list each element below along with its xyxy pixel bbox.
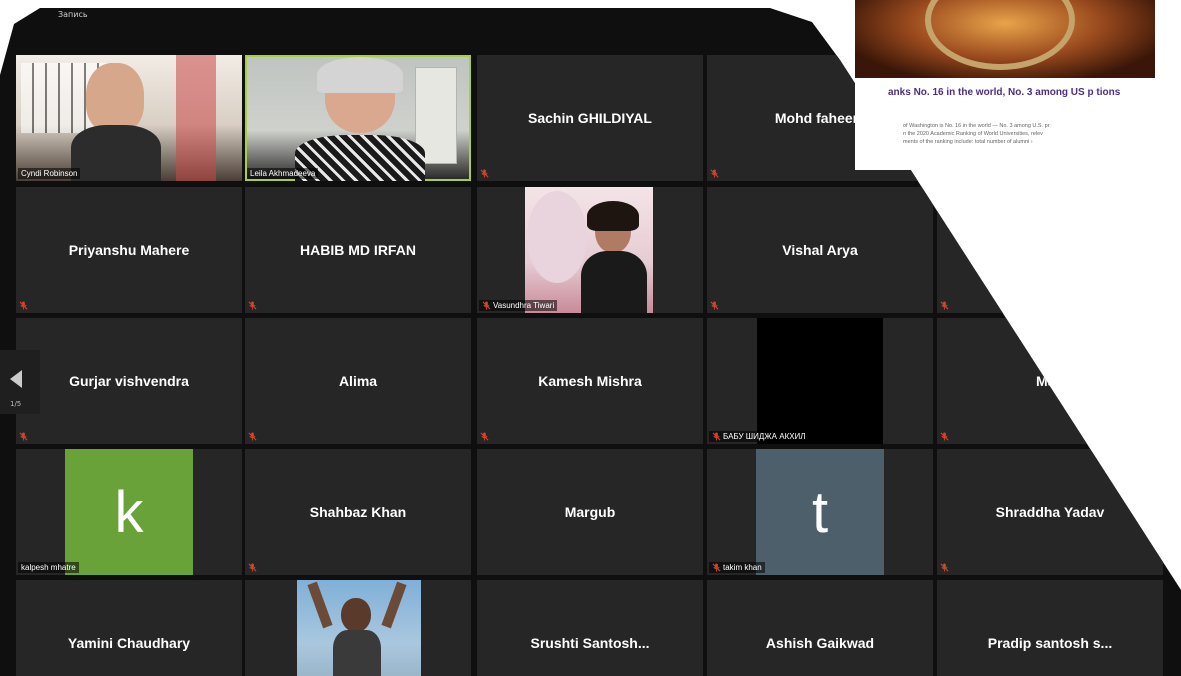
- participant-name: Vishal Arya: [782, 242, 858, 258]
- participant-name: Sachin GHILDIYAL: [528, 110, 652, 126]
- participant-tile-vasundhra-tiwari[interactable]: Vasundhra Tiwari: [477, 187, 703, 313]
- shared-headline: anks No. 16 in the world, No. 3 among US…: [888, 87, 1121, 98]
- participant-tile-vishal-arya[interactable]: Vishal Arya: [707, 187, 933, 313]
- participant-video: [757, 318, 883, 444]
- participant-tile-ashish-gaikwad[interactable]: Ashish Gaikwad: [707, 580, 933, 676]
- participant-name: Yamini Chaudhary: [67, 635, 191, 651]
- muted-mic-icon: [482, 301, 491, 310]
- muted-mic-icon: [712, 563, 721, 572]
- participant-name-label: Leila Akhmadeeva: [247, 168, 319, 179]
- participant-name-label: Cyndi Robinson: [18, 168, 81, 179]
- muted-mic-icon: [940, 563, 949, 572]
- participant-name: HABIB MD IRFAN: [300, 242, 416, 258]
- muted-mic-icon: [940, 432, 949, 441]
- shared-body-line: of Washington is No. 16 in the world — N…: [903, 123, 1050, 129]
- muted-mic-icon: [712, 432, 721, 441]
- participant-name-label: kalpesh mhatre: [18, 562, 79, 573]
- participant-name: Gurjar vishvendra: [69, 373, 189, 389]
- shared-screen-preview[interactable]: anks No. 16 in the world, No. 3 among US…: [855, 0, 1175, 170]
- participant-video: [525, 187, 653, 313]
- muted-mic-icon: [248, 563, 257, 572]
- participant-tile-video[interactable]: [245, 580, 471, 676]
- participant-tile-gurjar-vishvendra[interactable]: Gurjar vishvendra: [16, 318, 242, 444]
- globe-image: [855, 0, 1155, 78]
- participant-tile-kalpesh-mhatre[interactable]: k kalpesh mhatre: [16, 449, 242, 575]
- participant-tile-habib-md-irfan[interactable]: HABIB MD IRFAN: [245, 187, 471, 313]
- shared-body-text: of Washington is No. 16 in the world — N…: [903, 122, 1163, 146]
- participant-name-label: Vasundhra Tiwari: [479, 299, 558, 311]
- avatar: k: [65, 449, 193, 575]
- participant-video: [16, 55, 242, 181]
- muted-mic-icon: [480, 169, 489, 178]
- participant-name: Pradip santosh s...: [987, 635, 1113, 651]
- participant-tile-leila-akhmadeeva[interactable]: Leila Akhmadeeva: [245, 55, 471, 181]
- participant-tile-shraddha-yadav[interactable]: Shraddha Yadav: [937, 449, 1163, 575]
- participant-tile-takim-khan[interactable]: t takim khan: [707, 449, 933, 575]
- participant-tile-cyndi-robinson[interactable]: Cyndi Robinson: [16, 55, 242, 181]
- participant-name: Man: [1036, 373, 1064, 389]
- participant-tile-hidden[interactable]: [937, 187, 1163, 313]
- page-counter: 1/5: [10, 400, 22, 408]
- participant-name-label: БАБУ ШИДЖА АКХИЛ: [709, 430, 809, 442]
- participant-tile-man[interactable]: Man: [937, 318, 1163, 444]
- avatar: t: [756, 449, 884, 575]
- shared-body-line: n the 2020 Academic Ranking of World Uni…: [903, 131, 1043, 137]
- participant-video: [247, 57, 469, 181]
- participant-name: Shahbaz Khan: [309, 504, 407, 520]
- recording-label: Запись: [58, 10, 88, 19]
- muted-mic-icon: [710, 301, 719, 310]
- participant-name: Shraddha Yadav: [995, 504, 1105, 520]
- participant-tile-alima[interactable]: Alima: [245, 318, 471, 444]
- participant-tile-kamesh-mishra[interactable]: Kamesh Mishra: [477, 318, 703, 444]
- participant-tile-shahbaz-khan[interactable]: Shahbaz Khan: [245, 449, 471, 575]
- previous-page-button[interactable]: 1/5: [0, 350, 40, 414]
- participant-name-label: takim khan: [709, 561, 765, 573]
- participant-video: [297, 580, 421, 676]
- muted-mic-icon: [248, 301, 257, 310]
- muted-mic-icon: [940, 301, 949, 310]
- shared-body-line: ments of the ranking include: total numb…: [903, 139, 1033, 145]
- participant-tile-pradip-santosh[interactable]: Pradip santosh s...: [937, 580, 1163, 676]
- participant-tile-margub[interactable]: Margub: [477, 449, 703, 575]
- globe-ring-shape: [925, 0, 1075, 70]
- participant-name: Margub: [564, 504, 616, 520]
- participant-tile-sachin-ghildiyal[interactable]: Sachin GHILDIYAL: [477, 55, 703, 181]
- participant-tile-babu-shidzha-akkhil[interactable]: БАБУ ШИДЖА АКХИЛ: [707, 318, 933, 444]
- participant-name: Ashish Gaikwad: [765, 635, 875, 651]
- muted-mic-icon: [710, 169, 719, 178]
- muted-mic-icon: [19, 301, 28, 310]
- muted-mic-icon: [248, 432, 257, 441]
- participant-name: Priyanshu Mahere: [68, 242, 190, 258]
- chevron-left-icon: [10, 370, 22, 388]
- participant-tile-yamini-chaudhary[interactable]: Yamini Chaudhary: [16, 580, 242, 676]
- participant-tile-srushti-santosh[interactable]: Srushti Santosh...: [477, 580, 703, 676]
- participant-name: Kamesh Mishra: [538, 373, 642, 389]
- muted-mic-icon: [19, 432, 28, 441]
- participant-tile-priyanshu-mahere[interactable]: Priyanshu Mahere: [16, 187, 242, 313]
- participant-name: Srushti Santosh...: [530, 635, 650, 651]
- muted-mic-icon: [480, 432, 489, 441]
- participant-name: Alima: [338, 373, 378, 389]
